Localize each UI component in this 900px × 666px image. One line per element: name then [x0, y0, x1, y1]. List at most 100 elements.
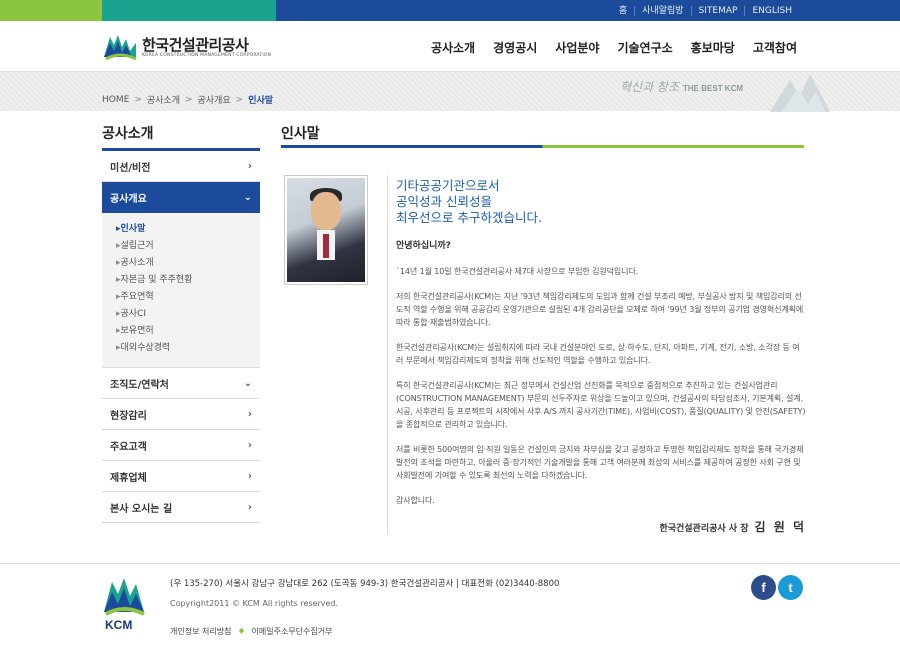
paragraph-6: 감사합니다. [396, 496, 435, 505]
sidebar: 공사소개 미션/비전 › 공사개요 ⌄ 인사말 설립근거 공사소개 자본금 및 … [102, 123, 260, 523]
footer-logo-text: KCM [105, 618, 133, 632]
nav-business[interactable]: 사업분야 [555, 39, 599, 56]
top-bar-teal [102, 0, 276, 21]
chevron-right-icon: › [247, 160, 252, 172]
breadcrumb-separator-icon: > [134, 94, 142, 105]
page-title: 인사말 [281, 123, 804, 151]
logo[interactable]: 한국건설관리공사 KOREA CONSTRUCTION MANAGEMENT C… [102, 31, 271, 63]
sidebar-item-clients[interactable]: 주요고객 › [102, 430, 260, 461]
facebook-icon[interactable]: f [751, 575, 776, 600]
utility-nav: 홈 사내알림방 SITEMAP ENGLISH [612, 5, 799, 16]
ceo-photo [284, 175, 368, 285]
sidebar-item-directions[interactable]: 본사 오시는 길 › [102, 492, 260, 523]
logo-english: KOREA CONSTRUCTION MANAGEMENT CORPORATIO… [142, 52, 272, 58]
sidebar-item-partners[interactable]: 제휴업체 › [102, 461, 260, 492]
chevron-right-icon: › [247, 408, 252, 420]
main-nav: 공사소개 경영공시 사업분야 기술연구소 홍보마당 고객참여 [413, 39, 797, 56]
chevron-right-icon: › [247, 439, 252, 451]
footer-address: (우 135-270) 서울시 강남구 강남대로 262 (도곡동 949-3)… [170, 579, 560, 589]
sidebar-item-overview[interactable]: 공사개요 ⌄ [102, 182, 260, 213]
sidebar-item-label: 미션/비전 [110, 162, 151, 174]
util-sitemap-link[interactable]: SITEMAP [690, 5, 745, 16]
breadcrumb-overview[interactable]: 공사개요 [198, 93, 231, 106]
greeting-text: 기타공공기관으로서 공익성과 신뢰성을 최우선으로 추구하겠습니다. 안녕하십니… [396, 178, 806, 534]
headline-line-2: 공익성과 신뢰성을 [396, 194, 492, 209]
leaf-icon: ♦ [237, 626, 246, 637]
sidebar-title: 공사소개 [102, 123, 260, 151]
headline-line-1: 기타공공기관으로서 [396, 178, 500, 193]
greeting: 안녕하십니까? [396, 241, 451, 251]
header: 한국건설관리공사 KOREA CONSTRUCTION MANAGEMENT C… [0, 21, 900, 71]
nav-disclosure[interactable]: 경영공시 [493, 39, 537, 56]
privacy-policy-link[interactable]: 개인정보 처리방침 [170, 626, 231, 637]
breadcrumb-home[interactable]: HOME [102, 95, 129, 105]
sidebar-item-label: 본사 오시는 길 [110, 503, 173, 515]
signature-title: 한국건설관리공사 사 장 [659, 524, 749, 534]
slogan-text: 혁신과 창조 [620, 80, 680, 94]
sidebar-item-label: 제휴업체 [110, 472, 147, 484]
footer: KCM (우 135-270) 서울시 강남구 강남대로 262 (도곡동 94… [0, 563, 900, 666]
breadcrumb-separator-icon: > [235, 94, 244, 105]
sidebar-item-site[interactable]: 현장감리 › [102, 399, 260, 430]
ceo-photo-image [287, 178, 365, 282]
sidebar-item-mission[interactable]: 미션/비전 › [102, 151, 260, 182]
paragraph-5: 저를 비롯한 500여명의 임·직원 일동은 건설인의 긍지와 자부심을 갖고 … [396, 445, 804, 480]
footer-links: 개인정보 처리방침 ♦ 이메일주소무단수집거부 [170, 626, 332, 637]
top-bar-blue: 홈 사내알림방 SITEMAP ENGLISH [276, 0, 900, 21]
util-english-link[interactable]: ENGLISH [744, 5, 799, 16]
submenu-item-ci[interactable]: 공사CI [116, 306, 260, 323]
submenu-item-capital[interactable]: 자본금 및 주주현황 [116, 272, 260, 289]
signature: 한국건설관리공사 사 장 김 원 덕 [659, 518, 806, 535]
submenu-item-licenses[interactable]: 보유면허 [116, 323, 260, 340]
nav-pr[interactable]: 홍보마당 [691, 39, 735, 56]
social-links: f t [749, 575, 803, 600]
util-notice-link[interactable]: 사내알림방 [634, 5, 690, 16]
util-home-link[interactable]: 홈 [612, 6, 634, 16]
chevron-down-icon: ⌄ [243, 192, 252, 203]
footer-copyright: Copyright2011 © KCM All rights reserved. [170, 599, 339, 608]
band-decoration-icon [770, 74, 830, 112]
nav-customer[interactable]: 고객참여 [753, 39, 797, 56]
chevron-down-icon: ⌄ [243, 377, 252, 389]
sidebar-item-label: 주요고객 [110, 441, 147, 453]
breadcrumb-separator-icon: > [184, 94, 193, 105]
headline: 기타공공기관으로서 공익성과 신뢰성을 최우선으로 추구하겠습니다. [396, 178, 806, 226]
main-content: 인사말 기타공공기관으로서 공익성과 신뢰성을 최우선으로 추구하겠습니다. 안… [281, 123, 805, 535]
submenu-item-intro[interactable]: 공사소개 [116, 255, 260, 272]
chevron-right-icon: › [247, 501, 252, 513]
chevron-right-icon: › [247, 470, 252, 482]
paragraph-1: `14년 1월 10일 한국건설관리공사 제7대 사장으로 부임한 김원덕입니다… [396, 267, 639, 276]
sub-visual-band: HOME > 공사소개 > 공사개요 > 인사말 혁신과 창조 THE BEST … [0, 71, 900, 112]
nav-about[interactable]: 공사소개 [431, 39, 475, 56]
footer-logo-mark-icon [104, 578, 145, 616]
photo-face [311, 192, 341, 230]
signature-name: 김 원 덕 [754, 520, 806, 534]
paragraph-3: 한국건설관리공사(KCM)는 설립취지에 따라 국내 건설분야인 도로, 상·하… [396, 343, 800, 365]
logo-mark-icon [104, 35, 137, 61]
submenu-item-greeting[interactable]: 인사말 [116, 221, 260, 238]
paragraph-2: 저희 한국건설관리공사(KCM)는 지난 '93년 책임감리제도의 도입과 함께… [396, 292, 804, 327]
sidebar-item-label: 공사개요 [110, 194, 147, 205]
twitter-icon[interactable]: t [778, 575, 803, 600]
sidebar-submenu: 인사말 설립근거 공사소개 자본금 및 주주현황 주요연혁 공사CI 보유면허 … [102, 213, 260, 368]
breadcrumb-about[interactable]: 공사소개 [147, 93, 180, 106]
photo-tie [323, 234, 329, 258]
sidebar-item-label: 현장감리 [110, 410, 147, 422]
content-divider [387, 175, 388, 535]
top-bar-green [0, 0, 102, 21]
footer-logo: KCM [102, 574, 146, 634]
paragraph-4: 특히 한국건설관리공사(KCM)는 최근 정부에서 건설산업 선진화를 목적으로… [396, 381, 806, 429]
logo-korean: 한국건설관리공사 [142, 35, 249, 54]
sidebar-item-label: 조직도/연락처 [110, 379, 169, 391]
slogan-tag: THE BEST KCM [683, 84, 744, 93]
breadcrumb-current: 인사말 [248, 96, 274, 106]
top-bar: 홈 사내알림방 SITEMAP ENGLISH [0, 0, 900, 21]
sidebar-item-org[interactable]: 조직도/연락처 ⌄ [102, 368, 260, 399]
email-refusal-link[interactable]: 이메일주소무단수집거부 [252, 626, 333, 637]
submenu-item-history[interactable]: 주요연혁 [116, 289, 260, 306]
submenu-item-basis[interactable]: 설립근거 [116, 238, 260, 255]
nav-research[interactable]: 기술연구소 [617, 39, 672, 56]
submenu-item-awards[interactable]: 대외수상경력 [116, 340, 260, 357]
headline-line-3: 최우선으로 추구하겠습니다. [396, 210, 542, 225]
breadcrumb: HOME > 공사소개 > 공사개요 > 인사말 [102, 93, 274, 107]
